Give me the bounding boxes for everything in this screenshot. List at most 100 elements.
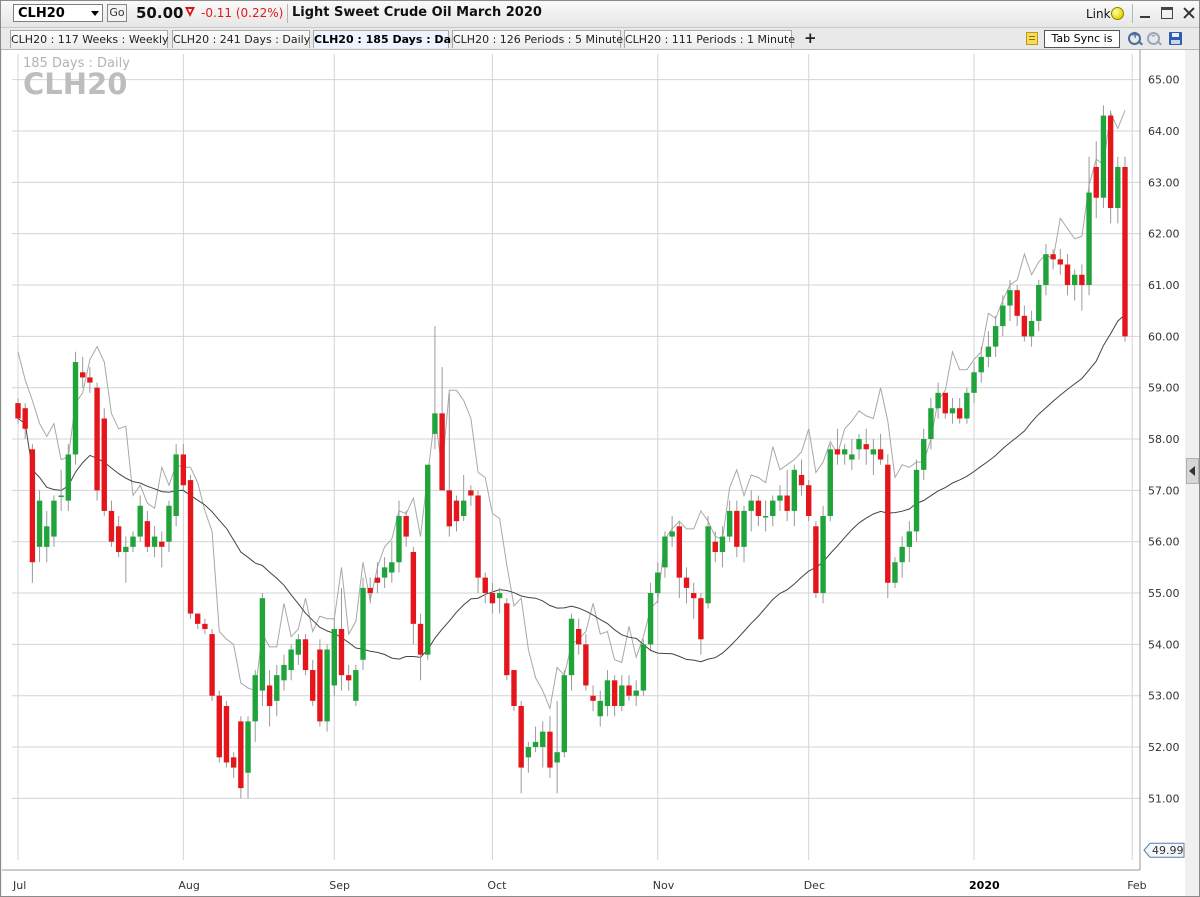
tab-weekly-117[interactable]: CLH20 : 117 Weeks : Weekly	[10, 30, 169, 48]
candle-body	[389, 562, 395, 573]
candle-body	[705, 526, 711, 604]
zoom-in-icon[interactable]	[1128, 30, 1141, 45]
candle	[525, 741, 532, 773]
candle	[1050, 249, 1056, 270]
candle-body	[971, 372, 977, 393]
candle	[65, 444, 72, 511]
candle-body	[928, 408, 934, 440]
candle-body	[1079, 274, 1085, 286]
collapse-panel-handle[interactable]	[1186, 458, 1199, 484]
candle-body	[1007, 290, 1013, 306]
candle	[885, 454, 891, 599]
candle-body	[195, 613, 201, 624]
price-change: -0.11 (0.22%)	[201, 6, 284, 20]
candle	[374, 562, 381, 594]
candle-body	[417, 623, 424, 655]
candle-body	[94, 387, 100, 491]
candle-body	[856, 439, 862, 450]
candle	[540, 721, 546, 768]
tab-daily-185[interactable]: CLH20 : 185 Days : Daily	[313, 30, 466, 48]
candle	[791, 464, 798, 527]
candle-body	[489, 593, 496, 604]
candle	[209, 628, 215, 701]
candle	[683, 567, 690, 604]
close-icon[interactable]	[1183, 7, 1195, 19]
candle-body	[1115, 166, 1121, 209]
chart-canvas: 51.00 52.00 53.00 54.00 55.00 56.00 57.00 58.00…	[2, 50, 1185, 892]
chart-window: CLH20 Go 50.00 -0.11 (0.22%) Light Sweet…	[0, 0, 1200, 897]
candle-body	[719, 536, 726, 552]
candle-body	[22, 408, 28, 429]
candle-body	[310, 670, 316, 701]
candle	[295, 634, 302, 665]
add-tab-button[interactable]: +	[804, 29, 817, 47]
candle-body	[935, 392, 941, 409]
tab-sync-button[interactable]: Tab Sync is On	[1044, 30, 1120, 61]
link-label: Link	[1086, 7, 1111, 21]
candle	[518, 700, 524, 794]
chevron-down-icon[interactable]	[91, 11, 99, 16]
save-icon[interactable]	[1169, 32, 1182, 45]
candle-body	[317, 649, 323, 722]
candle	[310, 659, 316, 706]
candle-body	[755, 500, 762, 517]
price-chart[interactable]: 51.00 52.00 53.00 54.00 55.00 56.00 57.00 58.00…	[2, 50, 1185, 896]
symbol-selector[interactable]: CLH20	[13, 4, 103, 22]
candle	[712, 531, 718, 563]
candle	[475, 490, 481, 594]
candle-body	[295, 639, 302, 655]
candle-body	[245, 721, 251, 773]
candle	[252, 670, 258, 742]
tab-daily-241[interactable]: CLH20 : 241 Days : Daily	[172, 30, 310, 48]
candles	[15, 105, 1128, 799]
candle	[734, 500, 740, 558]
candle	[892, 557, 898, 588]
candle	[820, 505, 826, 604]
candle-body	[216, 695, 222, 758]
candle-body	[281, 664, 287, 681]
x-tick-label: 2020	[969, 879, 1000, 892]
y-tick-label: 59.00	[1148, 382, 1180, 395]
x-tick-label: Dec	[804, 879, 825, 892]
candle-body	[949, 408, 956, 414]
minimize-icon[interactable]	[1139, 7, 1151, 19]
x-tick-label: Feb	[1127, 879, 1146, 892]
zoom-out-icon[interactable]	[1147, 29, 1160, 45]
candle	[784, 469, 790, 522]
candle	[856, 433, 862, 460]
candle-body	[252, 675, 258, 722]
y-tick-label: 64.00	[1148, 125, 1180, 138]
candle-body	[518, 705, 524, 768]
candle	[511, 670, 517, 712]
candle	[640, 639, 647, 696]
candle-body	[561, 675, 568, 753]
candle	[942, 392, 948, 419]
candle	[1028, 310, 1035, 347]
candle	[1021, 305, 1028, 342]
y-tick-label: 56.00	[1148, 536, 1180, 549]
candle	[1014, 285, 1020, 327]
candle	[770, 495, 776, 527]
notes-icon[interactable]	[1026, 32, 1038, 45]
tab-5-minute[interactable]: CLH20 : 126 Periods : 5 Minute	[452, 30, 623, 48]
go-button[interactable]: Go	[107, 4, 127, 22]
candle	[274, 664, 280, 717]
candle	[288, 644, 294, 681]
candle-body	[511, 670, 517, 706]
tab-1-minute[interactable]: CLH20 : 111 Periods : 1 Minute	[624, 30, 795, 48]
x-tick-label: Oct	[487, 879, 507, 892]
candle-body	[367, 587, 373, 594]
candle	[94, 382, 100, 501]
candle	[72, 351, 79, 465]
toolbar: CLH20 Go 50.00 -0.11 (0.22%) Light Sweet…	[1, 1, 1199, 28]
candle-body	[496, 593, 503, 599]
candle-body	[51, 500, 57, 537]
candle-body	[978, 356, 984, 373]
candle	[755, 495, 762, 527]
link-color-icon[interactable]	[1111, 7, 1124, 20]
candle	[1007, 279, 1013, 321]
maximize-icon[interactable]	[1161, 7, 1173, 19]
candle-body	[590, 695, 596, 701]
candle	[123, 536, 129, 583]
candle-body	[410, 551, 417, 624]
